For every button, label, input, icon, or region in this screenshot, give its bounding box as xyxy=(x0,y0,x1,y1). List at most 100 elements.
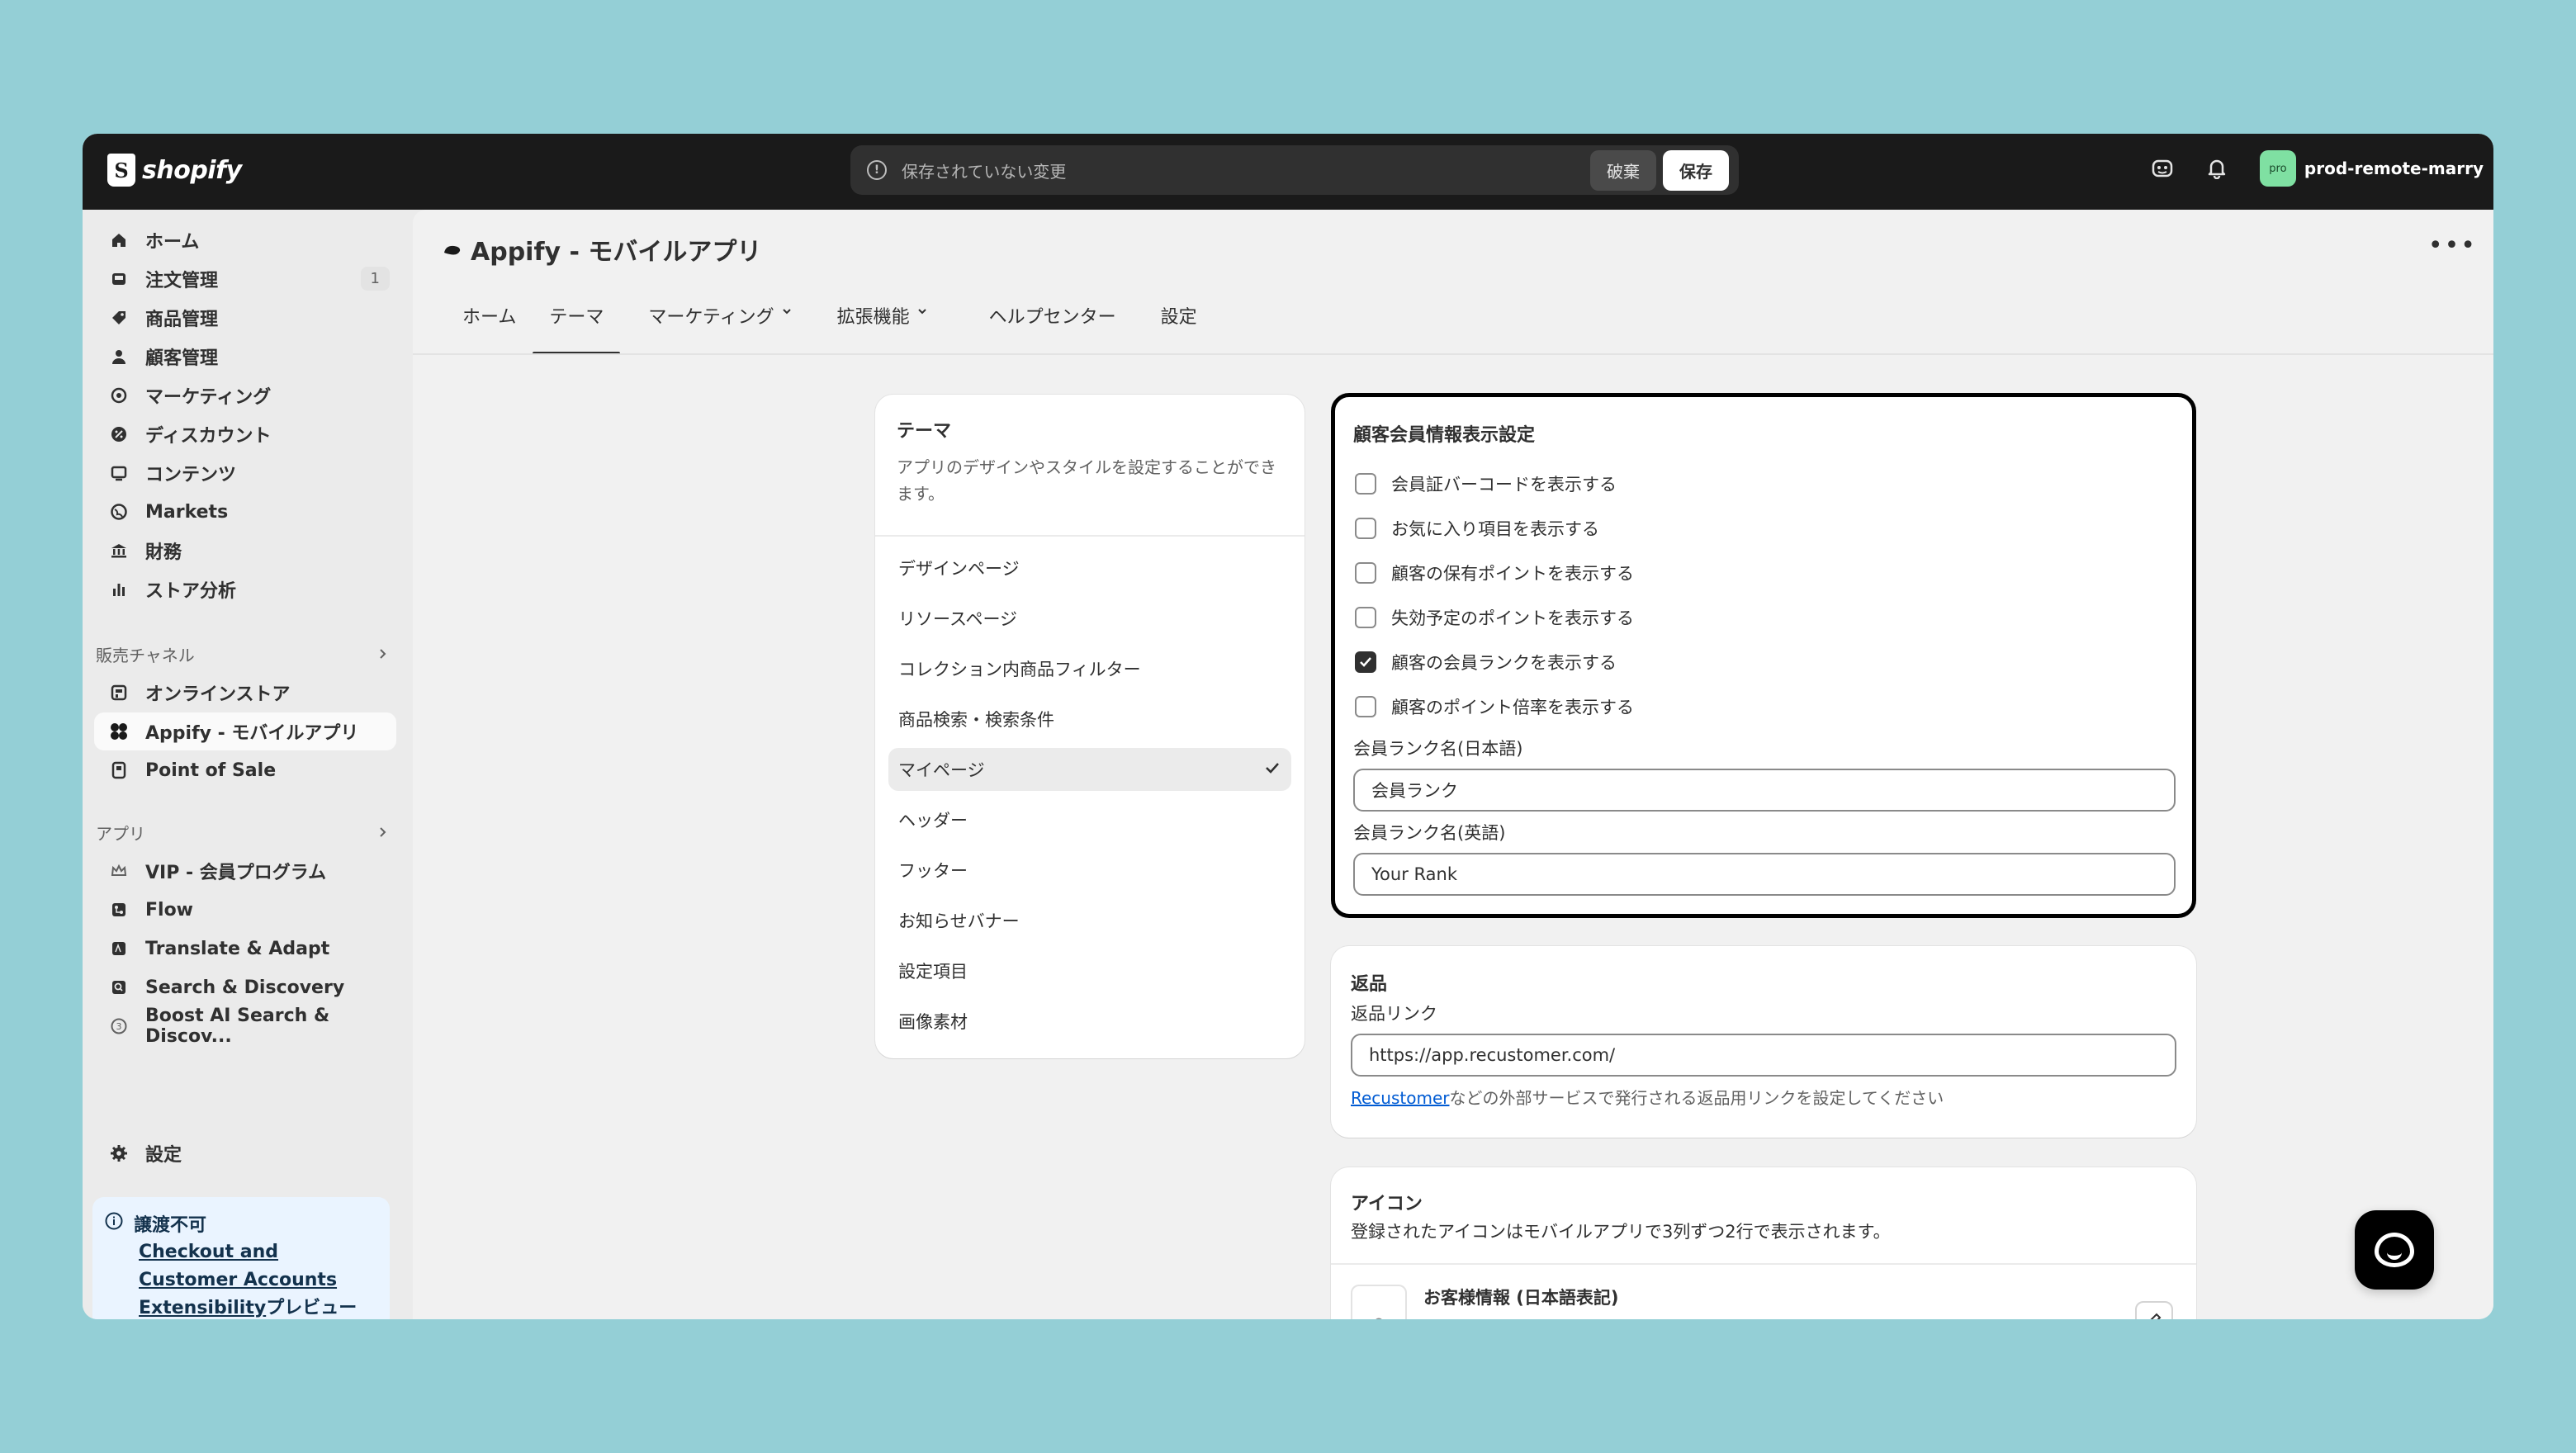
sidebar-item-flow[interactable]: Flow xyxy=(94,891,396,929)
sidebar-item-search-discovery[interactable]: Search & Discovery xyxy=(94,968,396,1006)
store-icon xyxy=(109,683,129,703)
theme-item-product-search[interactable]: 商品検索・検索条件 xyxy=(888,698,1291,741)
theme-item-collection-filter[interactable]: コレクション内商品フィルター xyxy=(888,647,1291,690)
discount-icon xyxy=(109,424,129,444)
returns-link-label: 返品リンク xyxy=(1351,1004,1437,1024)
svg-text:3: 3 xyxy=(116,1021,122,1032)
check-icon xyxy=(1360,657,1371,667)
checkbox-row-favorites[interactable]: お気に入り項目を表示する xyxy=(1355,516,1599,541)
more-actions-button[interactable]: ••• xyxy=(2428,231,2477,260)
sales-channels-header[interactable]: 販売チャネル xyxy=(94,637,396,670)
unsaved-changes-text: 保存されていない変更 xyxy=(902,161,1067,182)
sidebar-item-appify[interactable]: Appify - モバイルアプリ xyxy=(94,712,396,750)
checkbox[interactable] xyxy=(1355,518,1376,539)
checkbox-checked[interactable] xyxy=(1355,651,1376,673)
checkbox-row-barcode[interactable]: 会員証バーコードを表示する xyxy=(1355,471,1617,496)
sidekick-icon[interactable] xyxy=(2151,157,2174,180)
unsaved-changes-bar: ! 保存されていない変更 破棄 保存 xyxy=(850,145,1739,195)
tab-help-center[interactable]: ヘルプセンター xyxy=(973,302,1133,338)
sidebar-item-settings[interactable]: 設定 xyxy=(94,1134,396,1172)
chevron-right-icon xyxy=(376,822,388,842)
avatar: pro xyxy=(2259,150,2296,187)
theme-item-resource-page[interactable]: リソースページ xyxy=(888,597,1291,640)
tabs-divider xyxy=(413,353,2493,355)
sidebar-item-content[interactable]: コンテンツ xyxy=(94,454,396,492)
checkmark-icon xyxy=(1263,759,1281,781)
edit-button[interactable] xyxy=(2135,1301,2173,1319)
tag-icon xyxy=(109,308,129,328)
globe-icon xyxy=(109,502,129,522)
shopify-logo[interactable]: shopify xyxy=(107,154,242,187)
theme-item-design-page[interactable]: デザインページ xyxy=(888,547,1291,589)
returns-link-input[interactable]: https://app.recustomer.com/ xyxy=(1351,1034,2176,1077)
bell-icon[interactable] xyxy=(2205,157,2228,180)
page-title: Appify - モバイルアプリ xyxy=(443,231,761,267)
theme-item-settings[interactable]: 設定項目 xyxy=(888,949,1291,992)
checkbox-row-points[interactable]: 顧客の保有ポイントを表示する xyxy=(1355,561,1634,585)
sidebar-item-home[interactable]: ホーム xyxy=(94,221,396,259)
top-bar: shopify ! 保存されていない変更 破棄 保存 pro prod-remo… xyxy=(83,134,2493,210)
tab-extensions[interactable]: 拡張機能 xyxy=(821,302,945,338)
checkbox[interactable] xyxy=(1355,696,1376,717)
notice-suffix: プレビュー xyxy=(266,1298,358,1318)
recustomer-link[interactable]: Recustomer xyxy=(1351,1088,1449,1108)
sidebar-item-customers[interactable]: 顧客管理 xyxy=(94,338,396,376)
icons-title: アイコン xyxy=(1351,1194,1423,1214)
rank-name-ja-label: 会員ランク名(日本語) xyxy=(1353,739,1523,759)
store-switcher[interactable]: pro prod-remote-marry xyxy=(2259,150,2484,187)
crown-icon xyxy=(109,861,129,881)
sales-channels-label: 販売チャネル xyxy=(96,645,195,665)
checkbox[interactable] xyxy=(1355,473,1376,495)
sidebar-item-analytics[interactable]: ストア分析 xyxy=(94,570,396,608)
checkbox-row-member-rank[interactable]: 顧客の会員ランクを表示する xyxy=(1355,650,1617,674)
chat-widget-button[interactable] xyxy=(2355,1210,2434,1290)
icon-preview xyxy=(1351,1285,1407,1319)
sidebar-item-discounts[interactable]: ディスカウント xyxy=(94,415,396,453)
tab-settings[interactable]: 設定 xyxy=(1144,302,1214,338)
rank-name-ja-input[interactable]: 会員ランク xyxy=(1353,769,2176,812)
theme-item-header[interactable]: ヘッダー xyxy=(888,798,1291,841)
appify-icon xyxy=(109,722,129,741)
checkbox-row-point-multiplier[interactable]: 顧客のポイント倍率を表示する xyxy=(1355,694,1634,719)
checkbox[interactable] xyxy=(1355,562,1376,584)
theme-item-footer[interactable]: フッター xyxy=(888,849,1291,892)
save-button[interactable]: 保存 xyxy=(1663,149,1729,191)
theme-item-image-assets[interactable]: 画像素材 xyxy=(888,1000,1291,1043)
main-content: Appify - モバイルアプリ ••• ホーム テーマ マーケティング 拡張機… xyxy=(413,210,2493,1319)
checkbox[interactable] xyxy=(1355,607,1376,628)
sidebar-item-marketing[interactable]: マーケティング xyxy=(94,376,396,414)
sidebar-item-boost[interactable]: 3 Boost AI Search & Discov... xyxy=(94,1006,396,1047)
theme-item-my-page[interactable]: マイページ xyxy=(888,748,1291,791)
sidebar-item-markets[interactable]: Markets xyxy=(94,493,396,531)
sidebar-item-online-store[interactable]: オンラインストア xyxy=(94,674,396,712)
apps-header[interactable]: アプリ xyxy=(94,816,396,849)
browser-window: shopify ! 保存されていない変更 破棄 保存 pro prod-remo… xyxy=(83,134,2493,1319)
home-icon xyxy=(109,230,129,250)
sidebar-item-vip[interactable]: VIP - 会員プログラム xyxy=(94,852,396,890)
content-icon xyxy=(109,463,129,483)
discard-button[interactable]: 破棄 xyxy=(1590,149,1656,191)
checkbox-row-expiring-points[interactable]: 失効予定のポイントを表示する xyxy=(1355,605,1634,630)
icons-description: 登録されたアイコンはモバイルアプリで3列ずつ2行で表示されます。 xyxy=(1351,1222,1891,1242)
tab-theme[interactable]: テーマ xyxy=(533,302,621,355)
icons-card: アイコン 登録されたアイコンはモバイルアプリで3列ずつ2行で表示されます。 お客… xyxy=(1331,1167,2196,1319)
theme-card: テーマ アプリのデザインやスタイルを設定することができます。 デザインページ リ… xyxy=(875,395,1305,1058)
returns-title: 返品 xyxy=(1351,974,1388,995)
tab-marketing[interactable]: マーケティング xyxy=(632,302,808,338)
theme-menu: デザインページ リソースページ コレクション内商品フィルター 商品検索・検索条件… xyxy=(888,547,1291,1050)
sidebar-item-translate[interactable]: Translate & Adapt xyxy=(94,930,396,968)
rank-name-en-input[interactable]: Your Rank xyxy=(1353,853,2176,896)
pencil-icon xyxy=(2150,1313,2162,1319)
theme-item-announcement-banner[interactable]: お知らせバナー xyxy=(888,899,1291,942)
sidebar-item-point-of-sale[interactable]: Point of Sale xyxy=(94,751,396,789)
sidebar-item-orders[interactable]: 注文管理 1 xyxy=(94,260,396,298)
member-display-settings-card: 顧客会員情報表示設定 会員証バーコードを表示する お気に入り項目を表示する 顧客… xyxy=(1331,393,2196,918)
theme-card-title: テーマ xyxy=(897,421,952,442)
tab-home[interactable]: ホーム xyxy=(446,302,533,338)
sidebar-item-products[interactable]: 商品管理 xyxy=(94,299,396,337)
chevron-down-icon xyxy=(781,302,793,325)
translate-icon xyxy=(109,939,129,958)
sidebar-item-finance[interactable]: 財務 xyxy=(94,532,396,570)
chat-icon xyxy=(2375,1233,2414,1267)
chevron-down-icon xyxy=(916,302,928,325)
